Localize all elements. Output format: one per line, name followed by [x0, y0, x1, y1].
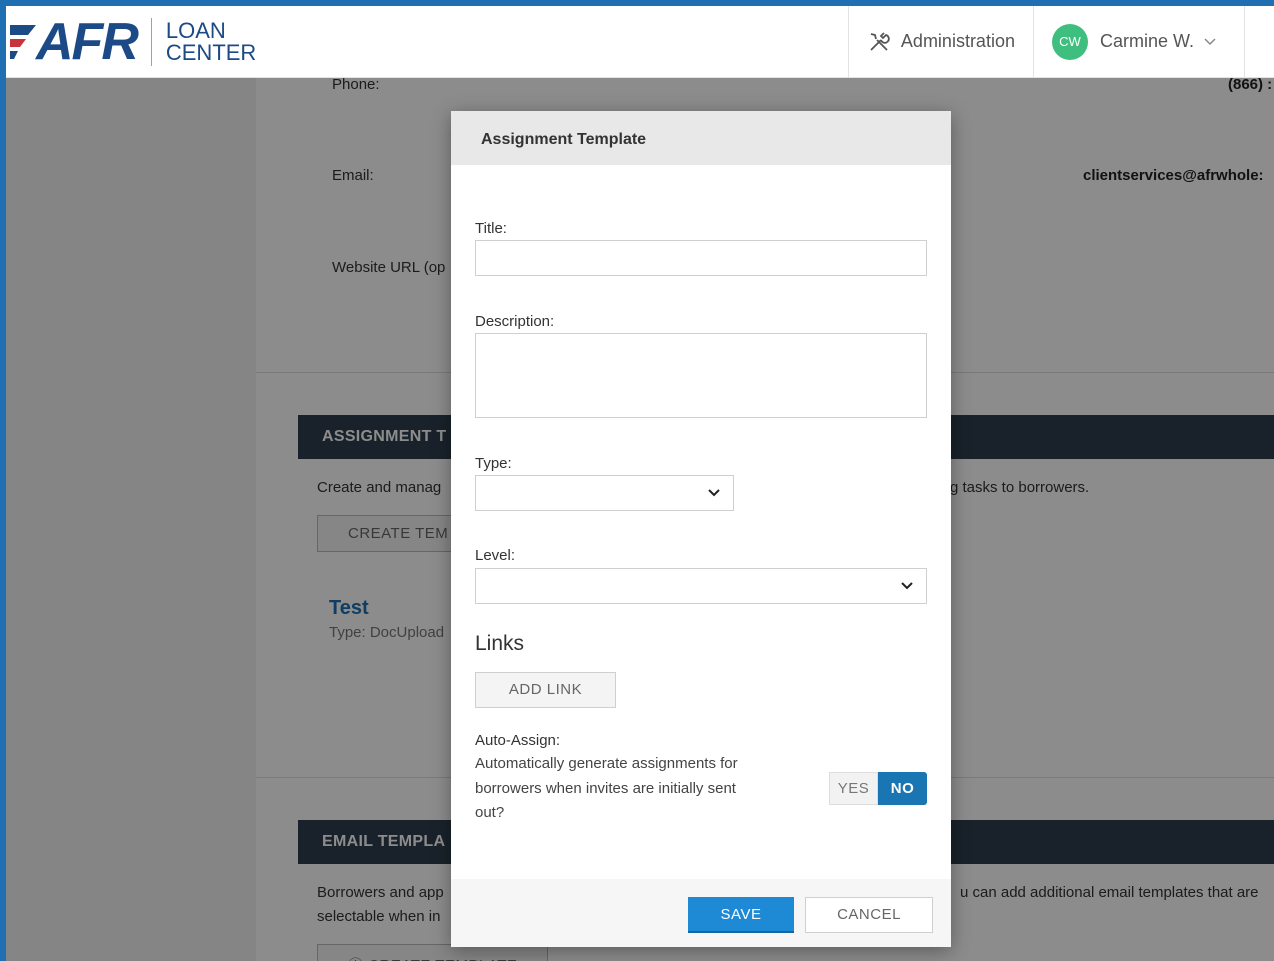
auto-assign-description: Automatically generate assignments for b… — [475, 755, 738, 821]
description-label: Description: — [475, 313, 555, 330]
chevron-down-icon — [901, 582, 913, 590]
logo-sub-line2: CENTER — [165, 39, 257, 65]
modal-title: Assignment Template — [451, 111, 951, 165]
administration-label: Administration — [900, 31, 1015, 51]
modal-footer: SAVE CANCEL — [451, 879, 951, 947]
administration-link[interactable]: Administration — [847, 6, 1033, 77]
user-menu[interactable]: CW Carmine W. — [1032, 6, 1244, 77]
chevron-down-icon — [708, 489, 720, 497]
flag-mark-icon — [10, 24, 36, 59]
logo-sub-line1: LOAN — [165, 17, 226, 43]
logo-divider — [150, 17, 152, 66]
tools-icon — [870, 31, 890, 51]
links-heading: Links — [475, 632, 525, 655]
cancel-button[interactable]: CANCEL — [805, 897, 933, 933]
level-select[interactable] — [475, 568, 927, 604]
title-label: Title: — [475, 220, 507, 237]
afr-logo[interactable]: AFR LOAN CENTER — [6, 6, 256, 77]
chevron-down-icon — [1204, 37, 1216, 45]
add-link-button[interactable]: ADD LINK — [475, 672, 616, 708]
avatar: CW — [1051, 23, 1088, 60]
level-label: Level: — [475, 547, 516, 564]
header-nav: Administration CW Carmine W. — [847, 6, 1274, 77]
logo-text: AFR — [36, 12, 139, 71]
header-spacer — [1244, 6, 1274, 77]
top-header: AFR LOAN CENTER Administration CW Carmin… — [6, 6, 1274, 78]
title-input[interactable] — [475, 240, 927, 276]
save-button[interactable]: SAVE — [688, 897, 794, 933]
auto-assign-toggle[interactable]: YES NO — [829, 772, 927, 805]
toggle-yes-option[interactable]: YES — [829, 772, 878, 805]
description-textarea[interactable] — [475, 333, 927, 418]
type-select[interactable] — [475, 475, 734, 511]
type-label: Type: — [475, 455, 512, 472]
logo-subtitle: LOAN CENTER — [165, 17, 257, 65]
assignment-template-modal: Assignment Template Title: Description: … — [451, 111, 951, 947]
toggle-no-option[interactable]: NO — [878, 772, 927, 805]
user-name: Carmine W. — [1099, 31, 1194, 51]
auto-assign-label: Auto-Assign: — [475, 732, 561, 749]
